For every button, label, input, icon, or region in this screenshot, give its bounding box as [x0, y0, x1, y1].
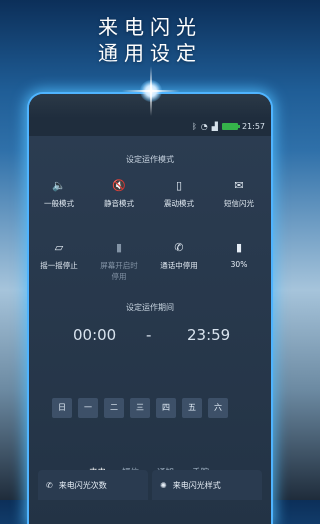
flash-style-label: 来电闪光样式: [172, 480, 221, 490]
day-mon[interactable]: 一: [78, 398, 98, 418]
settings-screen: 设定运作模式 🔈 一般模式 🔇 静音模式 ▯ 震动模式 ✉ 短信闪光 ▱ 摇一摇…: [29, 136, 271, 524]
mode-silent[interactable]: 🔇 静音模式: [91, 178, 147, 209]
mode-sms-flash-label: 短信闪光: [224, 199, 254, 208]
status-time: 21:57: [241, 122, 265, 131]
mode-silent-label: 静音模式: [104, 199, 134, 208]
start-time[interactable]: 00:00: [73, 326, 116, 344]
day-sat[interactable]: 六: [208, 398, 228, 418]
mode-shake-stop-label: 摇一摇停止: [40, 261, 78, 270]
flash-glow-icon: [122, 66, 180, 116]
wifi-icon: ◔: [200, 122, 208, 131]
flash-count-card[interactable]: ✆ 来电闪光次数: [38, 470, 148, 500]
day-fri[interactable]: 五: [182, 398, 202, 418]
day-wed[interactable]: 三: [130, 398, 150, 418]
day-thu[interactable]: 四: [156, 398, 176, 418]
mode-screen-on-stop[interactable]: ▮ 屏幕开启时 停用: [91, 240, 147, 282]
mode-normal-label: 一般模式: [44, 199, 74, 208]
mode-call-stop-label: 通话中停用: [160, 261, 198, 270]
sun-icon: ✺: [160, 480, 167, 490]
period-section-title: 设定运作期间: [126, 303, 174, 312]
call-icon: ✆: [174, 241, 184, 254]
weekday-selector: 日 一 二 三 四 五 六: [52, 398, 228, 418]
status-bar: ᛒ ◔ ▟ 21:57: [29, 120, 271, 134]
mode-shake-stop[interactable]: ▱ 摇一摇停止: [31, 240, 87, 271]
phone-icon: ▮: [115, 241, 123, 254]
promo-line-1: 来电闪光: [98, 15, 202, 39]
day-sun[interactable]: 日: [52, 398, 72, 418]
call-icon: ✆: [46, 480, 53, 490]
time-dash: -: [146, 326, 152, 344]
mode-battery[interactable]: ▮ 30%: [211, 240, 267, 269]
flash-style-card[interactable]: ✺ 来电闪光样式: [152, 470, 262, 500]
end-time[interactable]: 23:59: [187, 326, 230, 344]
mode-vibrate-label: 震动模式: [164, 199, 194, 208]
battery-level-icon: ▮: [235, 241, 243, 254]
mode-battery-label: 30%: [230, 260, 248, 269]
promo-line-2: 通用设定: [98, 41, 202, 65]
vibrate-icon: ▯: [175, 179, 183, 192]
flash-count-label: 来电闪光次数: [58, 480, 107, 490]
battery-icon: [221, 123, 240, 130]
promo-header: 来电闪光 通用设定: [0, 14, 300, 66]
bluetooth-icon: ᛒ: [191, 122, 197, 131]
mode-normal[interactable]: 🔈 一般模式: [31, 178, 87, 209]
phone-frame: ᛒ ◔ ▟ 21:57 设定运作模式 🔈 一般模式 🔇 静音模式 ▯ 震动模式 …: [29, 94, 271, 524]
mode-screen-on-stop-line1: 屏幕开启时: [100, 261, 138, 270]
mode-screen-on-stop-line2: 停用: [111, 272, 127, 281]
speaker-icon: 🔈: [52, 179, 66, 192]
mute-icon: 🔇: [112, 179, 126, 192]
signal-icon: ▟: [211, 122, 218, 131]
mode-section-title: 设定运作模式: [126, 155, 174, 164]
mode-sms-flash[interactable]: ✉ 短信闪光: [211, 178, 267, 209]
mail-icon: ✉: [234, 179, 244, 192]
shake-icon: ▱: [54, 241, 64, 254]
mode-vibrate[interactable]: ▯ 震动模式: [151, 178, 207, 209]
day-tue[interactable]: 二: [104, 398, 124, 418]
mode-call-stop[interactable]: ✆ 通话中停用: [151, 240, 207, 271]
